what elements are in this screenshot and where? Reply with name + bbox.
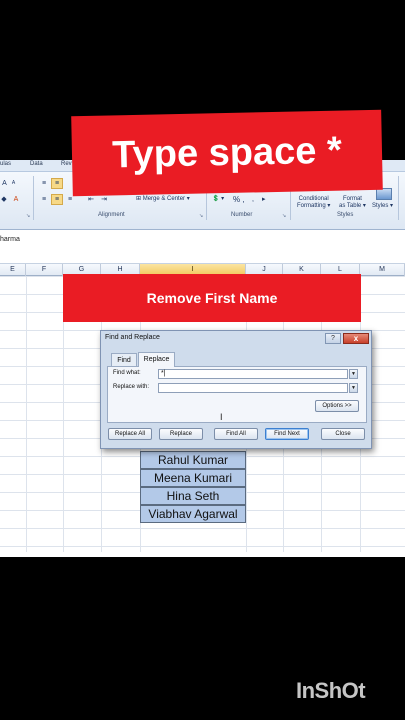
conditional-formatting-button[interactable]: Conditional Formatting ▾: [297, 196, 330, 210]
sheet-title-banner: Remove First Name: [63, 274, 361, 322]
number-dialog-launcher-icon[interactable]: ↘: [282, 213, 286, 219]
align-left-icon[interactable]: ≡: [38, 194, 50, 205]
chevron-down-icon: ▼: [351, 371, 356, 377]
ribbon-separator: [398, 176, 399, 220]
tab-find[interactable]: Find: [111, 353, 137, 367]
find-all-button[interactable]: Find All: [214, 428, 258, 440]
name-cell[interactable]: Viabhav Agarwal: [140, 505, 246, 523]
comma-style-button[interactable]: ,: [252, 196, 254, 203]
options-button[interactable]: Options >>: [315, 400, 359, 412]
font-grow-button[interactable]: A: [0, 178, 9, 189]
inshot-watermark: InShOt: [296, 678, 366, 703]
name-cell[interactable]: Meena Kumari: [140, 469, 246, 487]
column-header[interactable]: F: [26, 264, 63, 276]
format-as-table-button[interactable]: Format as Table ▾: [339, 196, 366, 210]
ribbon-tab-formulas[interactable]: ulas: [0, 161, 11, 167]
fill-color-icon: ◆: [1, 196, 7, 203]
column-header[interactable]: M: [360, 264, 405, 276]
caption-banner: Type space *: [71, 109, 383, 197]
chevron-down-icon: ▼: [351, 385, 356, 391]
merge-icon: ⊞: [136, 196, 142, 202]
close-button[interactable]: Close: [321, 428, 365, 440]
font-shrink-button[interactable]: A: [9, 178, 18, 189]
fill-color-button[interactable]: ◆: [0, 194, 8, 205]
find-next-button[interactable]: Find Next: [265, 428, 309, 440]
ribbon-tab-review[interactable]: Rev: [61, 161, 72, 167]
find-what-input[interactable]: *|: [158, 369, 348, 379]
help-icon: ?: [331, 335, 335, 342]
ribbon-tab-data[interactable]: Data: [30, 161, 43, 167]
find-what-dropdown[interactable]: ▼: [349, 369, 358, 379]
ribbon-separator: [33, 176, 34, 220]
alignment-group-label: Alignment: [98, 212, 125, 218]
replace-with-input[interactable]: [158, 383, 348, 393]
replace-button[interactable]: Replace: [159, 428, 203, 440]
replace-with-label: Replace with:: [113, 384, 150, 390]
close-icon: x: [353, 334, 359, 343]
align-middle-icon[interactable]: ≡: [51, 178, 63, 189]
name-cell[interactable]: Rahul Kumar: [140, 451, 246, 469]
alignment-dialog-launcher-icon[interactable]: ↘: [199, 213, 203, 219]
replace-with-dropdown[interactable]: ▼: [349, 383, 358, 393]
font-color-button[interactable]: A: [8, 194, 24, 205]
formula-bar-text: harma: [0, 236, 20, 243]
font-dialog-launcher-icon[interactable]: ↘: [26, 213, 30, 219]
find-what-label: Find what:: [113, 370, 141, 376]
increase-decimal-icon[interactable]: ▸: [262, 196, 266, 203]
ibeam-cursor-icon: I: [220, 412, 223, 422]
align-center-icon[interactable]: ≡: [51, 194, 63, 205]
align-top-icon[interactable]: ≡: [38, 178, 50, 189]
replace-all-button[interactable]: Replace All: [108, 428, 152, 440]
formula-bar[interactable]: harma: [0, 230, 405, 264]
column-header[interactable]: E: [0, 264, 26, 276]
currency-icon: 💲: [212, 196, 220, 202]
dialog-title: Find and Replace: [105, 334, 160, 341]
number-group-label: Number: [231, 212, 253, 218]
accounting-format-button[interactable]: 💲 ▾: [212, 196, 224, 203]
caption-text: Type space *: [111, 129, 343, 177]
merge-center-button[interactable]: ⊞ Merge & Center ▾: [136, 196, 190, 203]
styles-group-label: Styles: [337, 212, 354, 218]
dialog-close-button[interactable]: x: [343, 333, 369, 344]
gridline: [26, 276, 27, 552]
percent-style-button[interactable]: % ,: [233, 196, 245, 204]
font-color-icon: A: [13, 196, 19, 203]
name-cell[interactable]: Hina Seth: [140, 487, 246, 505]
find-replace-dialog: Find and Replace ? x Find Replace Find w…: [100, 330, 372, 449]
help-button[interactable]: ?: [325, 333, 341, 344]
tab-replace[interactable]: Replace: [138, 352, 175, 367]
replace-panel: Find what: *| ▼ I Replace with: ▼ Option…: [107, 366, 367, 423]
